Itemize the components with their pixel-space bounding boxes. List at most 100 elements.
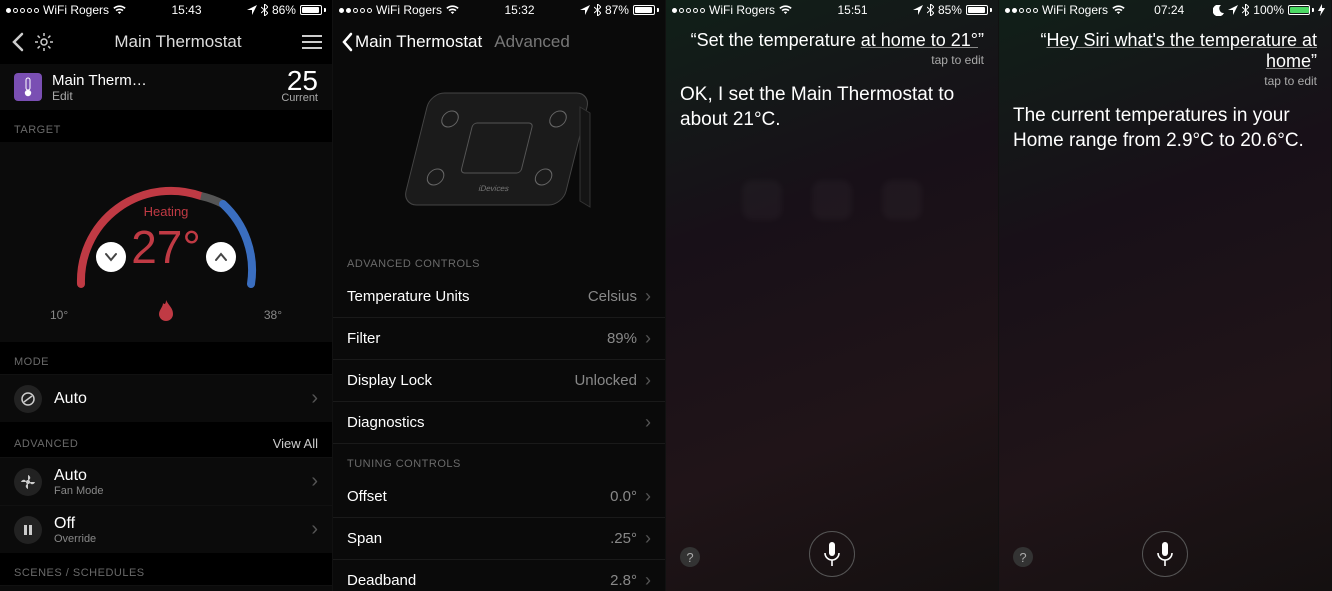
- chevron-right-icon: ›: [645, 286, 651, 307]
- screen-thermostat-home: WiFi Rogers 15:43 86% Main Thermostat Ma…: [0, 0, 333, 591]
- battery-icon: [300, 5, 326, 15]
- mode-section-header: MODE: [0, 342, 332, 374]
- range-min-label: 10°: [50, 308, 68, 322]
- chevron-right-icon: ›: [645, 328, 651, 349]
- fan-mode-sublabel: Fan Mode: [54, 485, 104, 497]
- status-bar: WiFi Rogers 07:24 100%: [999, 0, 1331, 20]
- location-icon: [580, 5, 590, 15]
- chevron-right-icon: ›: [645, 486, 651, 507]
- row-label: Span: [347, 530, 382, 547]
- query-suffix: ”: [978, 30, 984, 50]
- mode-row[interactable]: Auto ›: [0, 374, 332, 422]
- row-value: Unlocked: [574, 372, 637, 389]
- carrier-label: WiFi Rogers: [376, 3, 442, 17]
- charging-icon: [1318, 4, 1325, 16]
- view-all-link[interactable]: View All: [273, 436, 318, 451]
- back-button[interactable]: Main Thermostat: [341, 32, 482, 52]
- query-underlined: Hey Siri what's the temperature at home: [1046, 30, 1317, 71]
- current-temp-value: 25: [281, 70, 318, 92]
- battery-pct-label: 87%: [605, 3, 629, 17]
- flame-icon: [157, 300, 175, 322]
- battery-pct-label: 86%: [272, 3, 296, 17]
- bluetooth-icon: [1242, 4, 1249, 16]
- row-label: Deadband: [347, 572, 416, 589]
- battery-pct-label: 100%: [1253, 3, 1284, 17]
- target-temp-value: 27°: [131, 220, 201, 274]
- deadband-row[interactable]: Deadband 2.8° ›: [333, 560, 665, 591]
- moon-icon: [1213, 5, 1224, 16]
- fan-mode-row[interactable]: Auto Fan Mode ›: [0, 457, 332, 505]
- status-bar: WiFi Rogers 15:32 87%: [333, 0, 665, 20]
- gear-icon[interactable]: [34, 32, 54, 52]
- siri-mic-button[interactable]: [1142, 531, 1188, 577]
- location-icon: [913, 5, 923, 15]
- siri-response: OK, I set the Main Thermostat to about 2…: [666, 77, 998, 138]
- signal-dots-icon: [6, 8, 39, 13]
- auto-mode-icon: [14, 385, 42, 413]
- tap-to-edit-link[interactable]: tap to edit: [666, 53, 998, 77]
- carrier-label: WiFi Rogers: [709, 3, 775, 17]
- back-label: Main Thermostat: [355, 32, 482, 52]
- menu-button[interactable]: [302, 35, 322, 49]
- temp-up-button[interactable]: [206, 242, 236, 272]
- microphone-icon: [1156, 541, 1174, 567]
- display-lock-row[interactable]: Display Lock Unlocked ›: [333, 360, 665, 402]
- advanced-section-header: ADVANCED: [14, 438, 78, 450]
- device-illustration: iDevices: [333, 64, 665, 244]
- query-underlined: at home to 21°: [861, 30, 978, 50]
- heating-label: Heating: [144, 204, 189, 219]
- clock-label: 15:43: [171, 3, 201, 17]
- temp-down-button[interactable]: [96, 242, 126, 272]
- battery-icon: [966, 5, 992, 15]
- advanced-controls-header: ADVANCED CONTROLS: [333, 244, 665, 276]
- fan-icon: [14, 468, 42, 496]
- siri-query[interactable]: “Set the temperature at home to 21°”: [666, 20, 998, 53]
- siri-mic-button[interactable]: [809, 531, 855, 577]
- bluetooth-icon: [261, 4, 268, 16]
- chevron-right-icon: ›: [311, 387, 318, 410]
- bluetooth-icon: [594, 4, 601, 16]
- range-max-label: 38°: [264, 308, 282, 322]
- wifi-icon: [113, 5, 126, 15]
- span-row[interactable]: Span .25° ›: [333, 518, 665, 560]
- wifi-icon: [1112, 5, 1125, 15]
- offset-row[interactable]: Offset 0.0° ›: [333, 476, 665, 518]
- screen-siri-set-temp: WiFi Rogers 15:51 85% “Set the temperatu…: [666, 0, 999, 591]
- filter-row[interactable]: Filter 89% ›: [333, 318, 665, 360]
- nav-bar: Main Thermostat Advanced: [333, 20, 665, 64]
- svg-text:iDevices: iDevices: [478, 184, 510, 193]
- current-temp-label: Current: [281, 92, 318, 104]
- location-icon: [247, 5, 257, 15]
- clock-label: 07:24: [1154, 3, 1184, 17]
- carrier-label: WiFi Rogers: [1042, 3, 1108, 17]
- included-scenes-row[interactable]: Included Scenes 5 ›: [0, 585, 332, 591]
- row-value: 2.8°: [610, 572, 637, 589]
- query-suffix: ”: [1311, 51, 1317, 71]
- query-prefix: “Set the temperature: [691, 30, 861, 50]
- row-label: Display Lock: [347, 372, 432, 389]
- back-button[interactable]: [10, 32, 24, 52]
- wifi-icon: [446, 5, 459, 15]
- row-label: Offset: [347, 488, 387, 505]
- device-tile[interactable]: Main Therm… Edit 25 Current: [0, 64, 332, 110]
- tile-edit-link[interactable]: Edit: [52, 89, 172, 103]
- tuning-controls-header: TUNING CONTROLS: [333, 444, 665, 476]
- breadcrumb-current: Advanced: [494, 32, 570, 52]
- tap-to-edit-link[interactable]: tap to edit: [999, 74, 1331, 98]
- temperature-units-row[interactable]: Temperature Units Celsius ›: [333, 276, 665, 318]
- help-button[interactable]: ?: [1013, 547, 1033, 567]
- screen-siri-query-temp: WiFi Rogers 07:24 100% “Hey Siri what's …: [999, 0, 1332, 591]
- row-label: Temperature Units: [347, 288, 470, 305]
- diagnostics-row[interactable]: Diagnostics ›: [333, 402, 665, 444]
- override-row[interactable]: Off Override ›: [0, 505, 332, 553]
- carrier-label: WiFi Rogers: [43, 3, 109, 17]
- temperature-dial[interactable]: Heating 27° 10° 38°: [0, 142, 332, 342]
- row-value: Celsius: [588, 288, 637, 305]
- status-bar: WiFi Rogers 15:51 85%: [666, 0, 998, 20]
- siri-query[interactable]: “Hey Siri what's the temperature at home…: [999, 20, 1331, 74]
- page-title: Main Thermostat: [114, 32, 241, 52]
- wifi-icon: [779, 5, 792, 15]
- help-button[interactable]: ?: [680, 547, 700, 567]
- chevron-right-icon: ›: [645, 412, 651, 433]
- row-value: 89%: [607, 330, 637, 347]
